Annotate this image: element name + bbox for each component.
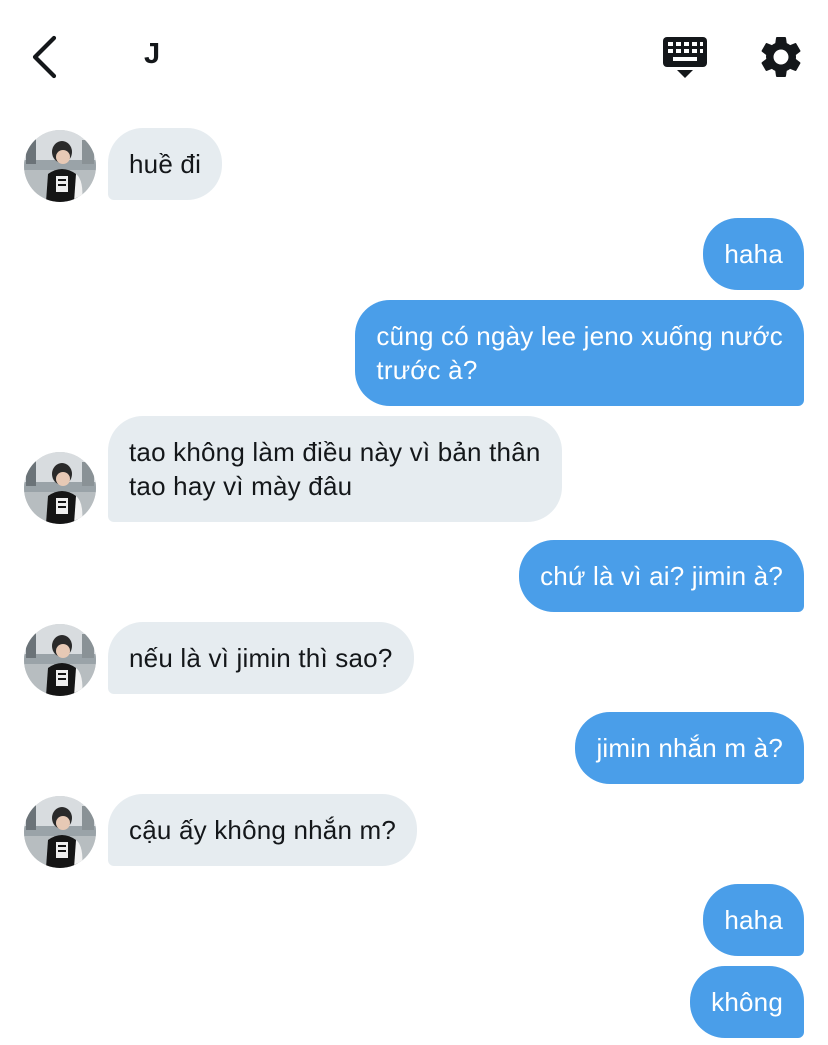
conversation-header: J	[0, 0, 828, 110]
message-bubble-outgoing[interactable]: haha	[703, 884, 804, 956]
avatar[interactable]	[24, 796, 96, 868]
chevron-left-icon	[32, 35, 57, 79]
profile-photo	[24, 796, 96, 868]
message-bubble-outgoing[interactable]: cũng có ngày lee jeno xuống nước trước à…	[355, 300, 804, 406]
message-bubble-outgoing[interactable]: jimin nhắn m à?	[575, 712, 804, 784]
message-bubble-outgoing[interactable]: không	[690, 966, 804, 1038]
keyboard-icon	[663, 37, 707, 78]
conversation-title[interactable]: J	[144, 38, 160, 71]
message-bubble-incoming[interactable]: cậu ấy không nhắn m?	[108, 794, 418, 866]
message-bubble-outgoing[interactable]: haha	[703, 218, 804, 290]
profile-photo	[24, 624, 96, 696]
message-bubble-incoming[interactable]: tao không làm điều này vì bản thân tao h…	[108, 416, 562, 522]
avatar[interactable]	[24, 130, 96, 202]
gear-icon	[761, 36, 801, 77]
avatar[interactable]	[24, 452, 96, 524]
back-button[interactable]	[26, 34, 66, 80]
message-bubble-incoming[interactable]: huề đi	[108, 128, 223, 200]
settings-button[interactable]	[756, 32, 806, 82]
avatar[interactable]	[24, 624, 96, 696]
profile-photo	[24, 130, 96, 202]
message-bubble-incoming[interactable]: nếu là vì jimin thì sao?	[108, 622, 414, 694]
profile-photo	[24, 452, 96, 524]
keyboard-button[interactable]	[660, 34, 710, 80]
message-bubble-outgoing[interactable]: chứ là vì ai? jimin à?	[519, 540, 804, 612]
